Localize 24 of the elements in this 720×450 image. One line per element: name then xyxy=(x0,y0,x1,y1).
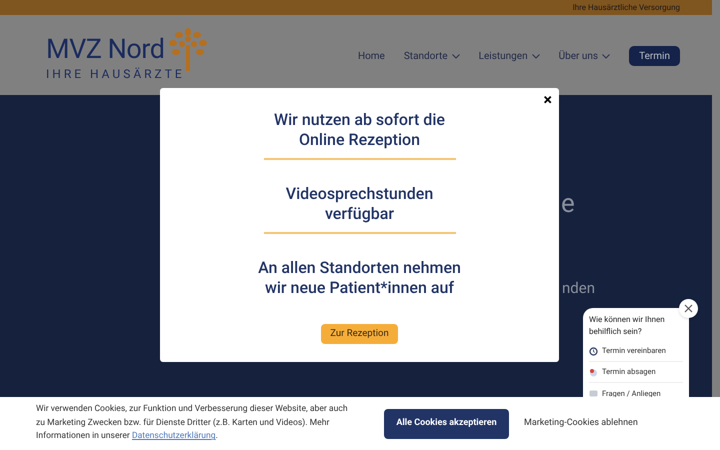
nav-link[interactable]: Home xyxy=(358,48,385,64)
chat-icon xyxy=(589,389,598,397)
close-button[interactable]: × xyxy=(544,92,552,108)
logo-name: MVZ Nord xyxy=(46,35,164,63)
hero-text: e xyxy=(561,190,575,218)
accept-button[interactable]: Alle Cookies akzeptieren xyxy=(384,408,509,438)
top-bar-text: Ihre Hausärztliche Versorgung xyxy=(572,2,680,14)
nav-link[interactable]: Leistungen xyxy=(478,48,540,64)
modal-heading: Videosprechstunden verfügbar xyxy=(284,184,434,224)
cookie-text: Wir verwenden Cookies, zur Funktion und Verbesserung dieser Website, aber auch zu Marketing Zwecken bzw. für Dienste Dritter (z.B. Karten und Videos). Mehr Informationen in unserer Datenschutzerklärung. xyxy=(36,403,348,444)
modal-heading: An allen Standorten nehmen wir neue Patient*innen auf xyxy=(257,258,462,298)
privacy-link[interactable]: Datenschutzerklärung xyxy=(132,431,216,442)
close-icon xyxy=(684,304,693,313)
nav-link[interactable]: Über uns xyxy=(558,48,610,64)
nav-link[interactable]: Standorte xyxy=(404,48,460,64)
chat-question: Wie können wir Ihnen behilflich sein? xyxy=(589,314,666,338)
decline-button[interactable]: Marketing-Cookies ablehnen xyxy=(524,416,638,430)
hero-text: nden xyxy=(562,279,595,297)
termin-button[interactable]: Termin xyxy=(629,46,680,66)
modal-heading: Wir nutzen ab sofort die Online Rezeption xyxy=(273,110,446,150)
logo-tagline: IHRE HAUSÄRZTE xyxy=(46,66,186,83)
clock-icon xyxy=(589,346,598,356)
rezeption-button[interactable]: Zur Rezeption xyxy=(321,324,398,344)
cancel-icon xyxy=(589,368,598,376)
